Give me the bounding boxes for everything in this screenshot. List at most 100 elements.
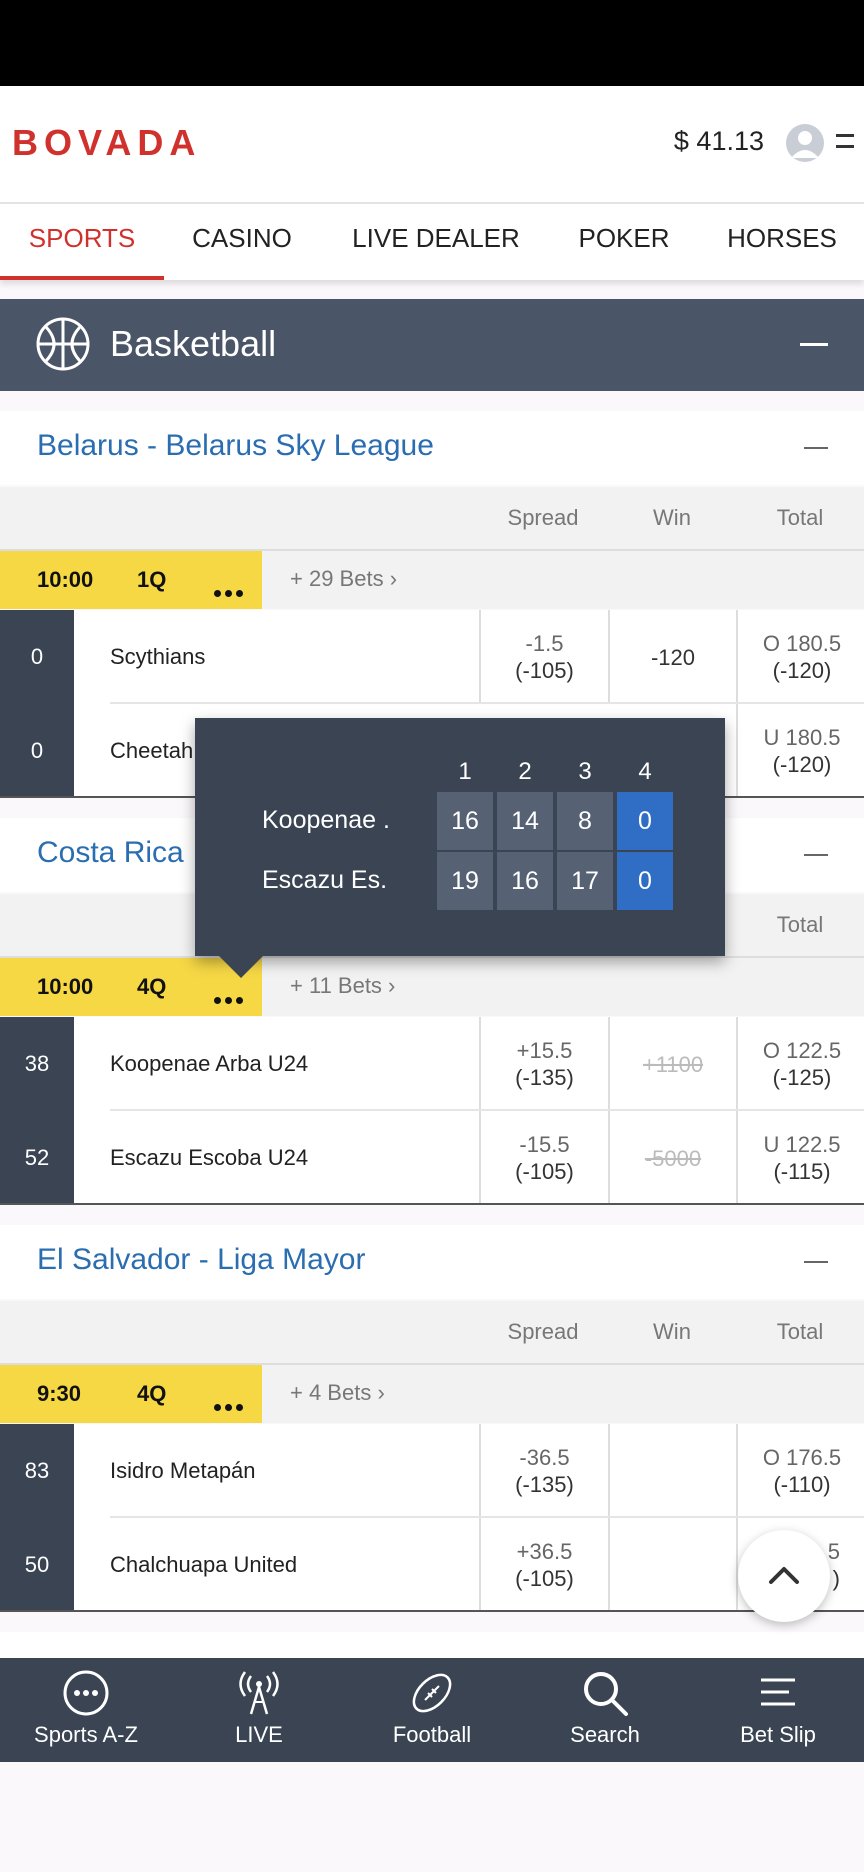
quarter-score: 14 [497, 792, 553, 850]
nav-search[interactable]: Search [519, 1658, 691, 1762]
more-bets-link[interactable]: + 11 Bets › [290, 973, 395, 999]
collapse-icon[interactable] [804, 447, 828, 449]
nav-football[interactable]: Football [346, 1658, 518, 1762]
spread-odds-button[interactable]: -1.5 (-105) [479, 610, 608, 704]
league-title[interactable]: El Salvador - Liga Mayor [37, 1243, 365, 1277]
game-bar: 9:30 4Q + 4 Bets › [0, 1365, 864, 1423]
team-score: 52 [0, 1111, 74, 1205]
menu-icon[interactable] [836, 134, 854, 156]
next-league-header [0, 1632, 864, 1658]
more-bets-link[interactable]: + 4 Bets › [290, 1380, 385, 1406]
win-odds-button[interactable] [608, 1424, 736, 1518]
team-score: 0 [0, 704, 74, 798]
account-avatar-icon[interactable] [786, 124, 824, 162]
team-name: Isidro Metapán [110, 1458, 256, 1483]
win-odds-button[interactable]: -5000 [608, 1111, 736, 1205]
clock-time: 10:00 [37, 567, 94, 592]
quarter-header: 2 [518, 758, 532, 785]
total-odds-button[interactable]: U 180.5 (-120) [736, 704, 864, 798]
win-odds-button[interactable]: -120 [608, 610, 736, 704]
win-odds-button[interactable]: +1100 [608, 1017, 736, 1111]
quarter: 4Q [137, 1381, 167, 1406]
period-scores-popup: 1 2 3 4 Koopenae . 16 14 8 0 Escazu Es. … [195, 718, 725, 978]
quarter-score: 16 [497, 852, 553, 910]
nav-label: Bet Slip [740, 1722, 816, 1747]
total-header: Total [776, 912, 824, 937]
bovada-logo[interactable]: BOVADA [12, 122, 201, 164]
team-name: Escazu Escoba U24 [110, 1145, 309, 1170]
team-row: 50 Chalchuapa United +36.5 (-105) 5) [0, 1518, 864, 1612]
team-name: Koopenae Arba U24 [110, 1051, 309, 1076]
nav-label: LIVE [235, 1722, 283, 1747]
team-name: Scythians [110, 644, 206, 669]
football-icon [412, 1673, 452, 1713]
popup-team-name: Koopenae . [262, 806, 390, 834]
team-row: 38 Koopenae Arba U24 +15.5 (-135) +1100 O… [0, 1017, 864, 1111]
sport-header[interactable]: Basketball [0, 299, 864, 391]
top-nav: SPORTS CASINO LIVE DEALER POKER HORSES [0, 204, 864, 280]
clock-time: 10:00 [37, 974, 94, 999]
status-bar [0, 0, 864, 86]
win-header: Win [653, 505, 691, 530]
nav-label: Sports A-Z [34, 1722, 138, 1747]
bet-slip-icon [761, 1678, 795, 1706]
team-name: Chalchuapa United [110, 1552, 298, 1577]
total-odds-button[interactable]: U 122.5 (-115) [736, 1111, 864, 1205]
collapse-icon[interactable] [800, 343, 828, 346]
spread-odds-button[interactable]: +15.5 (-135) [479, 1017, 608, 1111]
nav-live[interactable]: LIVE [173, 1658, 345, 1762]
game-bar: 10:00 1Q + 29 Bets › [0, 551, 864, 609]
more-options-icon[interactable] [214, 984, 248, 1004]
tab-horses[interactable]: HORSES [712, 204, 852, 280]
total-odds-button[interactable]: O 122.5 (-125) [736, 1017, 864, 1111]
league-title[interactable]: Belarus - Belarus Sky League [37, 429, 434, 463]
quarter-score: 8 [557, 792, 613, 850]
spread-odds-button[interactable]: +36.5 (-105) [479, 1518, 608, 1612]
scroll-to-top-button[interactable] [738, 1530, 830, 1622]
win-odds-button[interactable] [608, 1518, 736, 1612]
team-score: 0 [0, 610, 74, 704]
column-headers: Spread Win Total [0, 1301, 864, 1365]
sport-title: Basketball [110, 323, 277, 364]
league-header[interactable]: Belarus - Belarus Sky League [0, 411, 864, 485]
current-quarter-score: 0 [617, 852, 673, 910]
spread-odds-button[interactable]: -36.5 (-135) [479, 1424, 608, 1518]
popup-team-name: Escazu Es. [262, 866, 388, 894]
chevron-up-icon [769, 1567, 799, 1584]
tab-live-dealer[interactable]: LIVE DEALER [336, 204, 536, 280]
win-header: Win [653, 1319, 691, 1344]
tab-casino[interactable]: CASINO [176, 204, 308, 280]
total-header: Total [776, 505, 824, 530]
team-row: 0 Scythians -1.5 (-105) -120 O 180.5 (-120… [0, 610, 864, 704]
collapse-icon[interactable] [804, 854, 828, 856]
total-odds-button[interactable]: O 176.5 (-110) [736, 1424, 864, 1518]
app-header: BOVADA $ 41.13 [0, 86, 864, 204]
more-options-icon[interactable] [214, 1391, 248, 1411]
quarter-header: 3 [578, 758, 592, 785]
column-headers: Spread Win Total [0, 487, 864, 551]
tab-poker[interactable]: POKER [564, 204, 684, 280]
nav-sports-a-z[interactable]: Sports A-Z [0, 1658, 172, 1762]
more-options-icon[interactable] [214, 577, 248, 597]
more-circle-icon [63, 1670, 109, 1716]
league-title[interactable]: Costa Rica [37, 836, 184, 870]
nav-label: Search [570, 1722, 640, 1747]
league-header[interactable]: El Salvador - Liga Mayor [0, 1225, 864, 1299]
team-score: 83 [0, 1424, 74, 1518]
more-bets-link[interactable]: + 29 Bets › [290, 566, 397, 592]
nav-bet-slip[interactable]: Bet Slip [692, 1658, 864, 1762]
tab-sports[interactable]: SPORTS [0, 204, 164, 280]
broadcast-antenna-icon [239, 1671, 279, 1715]
total-odds-button[interactable]: O 180.5 (-120) [736, 610, 864, 704]
team-row: 83 Isidro Metapán -36.5 (-135) O 176.5 (-1… [0, 1424, 864, 1518]
account-balance[interactable]: $ 41.13 [674, 126, 764, 157]
quarter: 1Q [137, 567, 167, 592]
spread-header: Spread [507, 1319, 579, 1344]
team-name: Cheetah [110, 738, 194, 763]
basketball-icon [36, 317, 90, 371]
spread-odds-button[interactable]: -15.5 (-105) [479, 1111, 608, 1205]
game-clock: 10:00 1Q [0, 551, 262, 609]
clock-time: 9:30 [37, 1381, 82, 1406]
collapse-icon[interactable] [804, 1261, 828, 1263]
current-quarter-score: 0 [617, 792, 673, 850]
